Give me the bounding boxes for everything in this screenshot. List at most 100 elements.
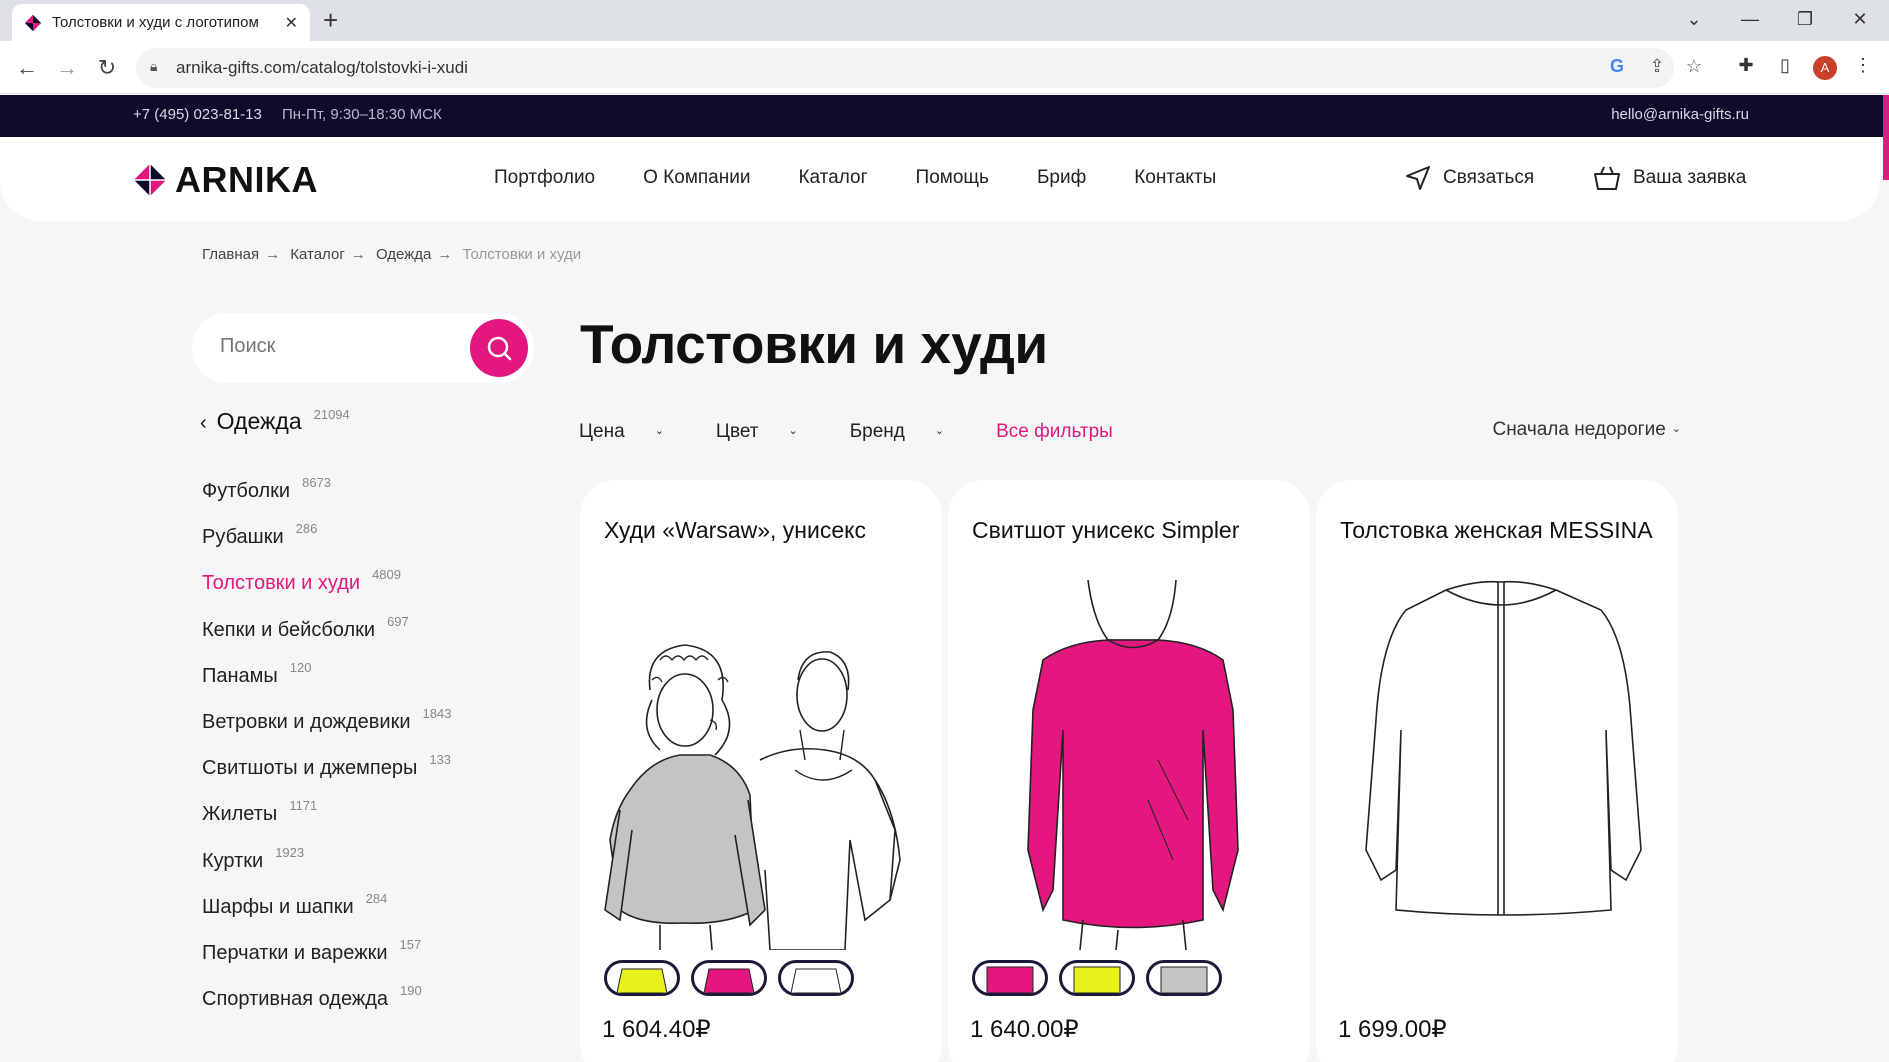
menu-item-help[interactable]: Помощь [916,167,989,189]
search-input[interactable] [220,335,440,358]
product-title[interactable]: Худи «Warsaw», унисекс [604,516,922,545]
chevron-down-icon: ⌄ [934,425,945,437]
category-item[interactable]: Шарфы и шапки 284 [202,882,451,928]
filter-color[interactable]: Цвет ⌄ [716,421,824,443]
color-swatch[interactable] [691,960,767,996]
category-count: 1923 [275,844,305,860]
category-item[interactable]: Ветровки и дождевики 1843 [202,697,451,743]
product-image[interactable] [590,580,932,950]
phone-link[interactable]: +7 (495) 023-81-13 [133,106,262,123]
menu-item-portfolio[interactable]: Портфолио [494,167,595,189]
send-arrow-icon [1406,166,1430,190]
scrollbar-thumb[interactable] [1883,95,1889,180]
filter-label: Цена [579,421,625,442]
search-button[interactable] [470,319,528,377]
category-label: Рубашки [202,526,284,549]
profile-avatar[interactable]: A [1813,56,1837,80]
color-swatch[interactable] [1146,960,1222,996]
breadcrumb-arrow-icon: → [350,246,366,263]
star-icon[interactable]: ☆ [1682,56,1706,77]
category-item-active[interactable]: Толстовки и худи 4809 [202,558,451,604]
color-swatch[interactable] [1059,960,1135,996]
category-label: Панамы [202,664,278,687]
category-label: Шарфы и шапки [202,895,354,918]
category-parent-link[interactable]: ‹ Одежда 21094 [200,407,350,435]
product-title[interactable]: Толстовка женская MESSINA [1340,516,1658,545]
color-swatch[interactable] [778,960,854,996]
google-icon[interactable]: G [1605,56,1629,77]
basket-icon [1594,166,1620,190]
category-parent-label: Одежда [216,408,302,434]
category-item[interactable]: Рубашки 286 [202,512,451,558]
back-icon[interactable]: ← [10,51,44,85]
product-image[interactable] [1326,580,1668,950]
restore-icon[interactable]: ❐ [1785,4,1825,34]
contact-button[interactable]: Связаться [1405,165,1534,191]
menu-icon[interactable]: ⋮ [1850,55,1876,76]
cart-button[interactable]: Ваша заявка [1593,165,1746,191]
site-logo[interactable]: ARNIKA [133,159,318,201]
filter-brand[interactable]: Бренд ⌄ [850,421,970,443]
browser-tab[interactable]: Толстовки и худи с логотипом ✕ [12,4,310,41]
cart-label: Ваша заявка [1633,167,1747,188]
category-item[interactable]: Футболки 8673 [202,466,451,512]
category-count: 133 [429,752,452,768]
category-count: 1843 [422,705,452,721]
page-title: Толстовки и худи [580,313,1048,375]
close-window-icon[interactable]: ✕ [1840,4,1880,34]
category-label: Кепки и бейсболки [202,618,376,641]
category-parent-count: 21094 [313,407,350,422]
breadcrumb-home[interactable]: Главная [202,246,259,263]
reload-icon[interactable]: ↻ [90,51,124,85]
product-card[interactable]: Худи «Warsaw», унисекс 1 604.40₽ [580,480,942,1062]
chevron-down-icon: ⌄ [654,425,664,437]
share-icon[interactable]: ⇪ [1645,56,1669,77]
breadcrumb-catalog[interactable]: Каталог [290,246,345,263]
category-item[interactable]: Кепки и бейсболки 697 [202,605,451,651]
category-label: Куртки [202,849,264,872]
menu-item-catalog[interactable]: Каталог [798,167,867,189]
category-item[interactable]: Перчатки и варежки 157 [202,928,451,974]
color-swatch[interactable] [972,960,1048,996]
product-image[interactable] [958,580,1300,950]
product-card[interactable]: Толстовка женская MESSINA 1 699.00₽ [1316,480,1678,1062]
product-card[interactable]: Свитшот унисекс Simpler 1 640.00₽ [948,480,1310,1062]
tab-title: Толстовки и худи с логотипом [52,14,259,31]
category-count: 120 [289,659,312,675]
lock-icon[interactable]: 🔒︎ [150,58,157,75]
product-title[interactable]: Свитшот унисекс Simpler [972,516,1290,545]
all-filters-link[interactable]: Все фильтры [996,421,1113,443]
email-link[interactable]: hello@arnika-gifts.ru [1611,106,1749,123]
color-swatches [604,960,865,996]
side-panel-icon[interactable]: ▯ [1772,55,1798,76]
chevron-left-icon: ‹ [200,412,207,434]
tab-close-icon[interactable]: ✕ [285,13,298,33]
category-item[interactable]: Жилеты 1171 [202,789,451,835]
breadcrumb: Главная → Каталог → Одежда → Толстовки и ху… [202,246,587,263]
category-item[interactable]: Панамы 120 [202,651,451,697]
new-tab-icon[interactable]: + [323,6,338,34]
working-hours: Пн-Пт, 9:30–18:30 МСК [282,106,442,123]
color-swatch[interactable] [604,960,680,996]
category-label: Футболки [202,480,291,502]
category-item[interactable]: Спортивная одежда 190 [202,974,451,1020]
menu-item-about[interactable]: О Компании [643,167,750,189]
top-info-bar: +7 (495) 023-81-13 Пн-Пт, 9:30–18:30 МСК… [0,95,1889,137]
forward-icon[interactable]: → [50,51,84,85]
sort-dropdown[interactable]: Сначала недорогие ⌄ [1492,419,1681,441]
tab-search-icon[interactable]: ⌄ [1674,4,1714,34]
category-count: 157 [399,936,422,952]
category-count: 697 [387,613,409,629]
category-label: Перчатки и варежки [202,941,388,964]
category-count: 4809 [372,567,401,583]
minimize-icon[interactable]: — [1730,4,1770,34]
category-item[interactable]: Куртки 1923 [202,836,451,882]
address-bar[interactable]: 🔒︎ arnika-gifts.com/catalog/tolstovki-i-… [136,48,1702,88]
menu-item-brief[interactable]: Бриф [1037,167,1086,189]
filter-price[interactable]: Цена ⌄ [579,421,690,443]
category-item[interactable]: Свитшоты и джемперы 133 [202,743,451,789]
menu-item-contacts[interactable]: Контакты [1134,167,1216,189]
search-box [192,313,534,383]
extensions-icon[interactable]: ✚ [1733,55,1759,76]
breadcrumb-clothing[interactable]: Одежда [376,246,431,263]
